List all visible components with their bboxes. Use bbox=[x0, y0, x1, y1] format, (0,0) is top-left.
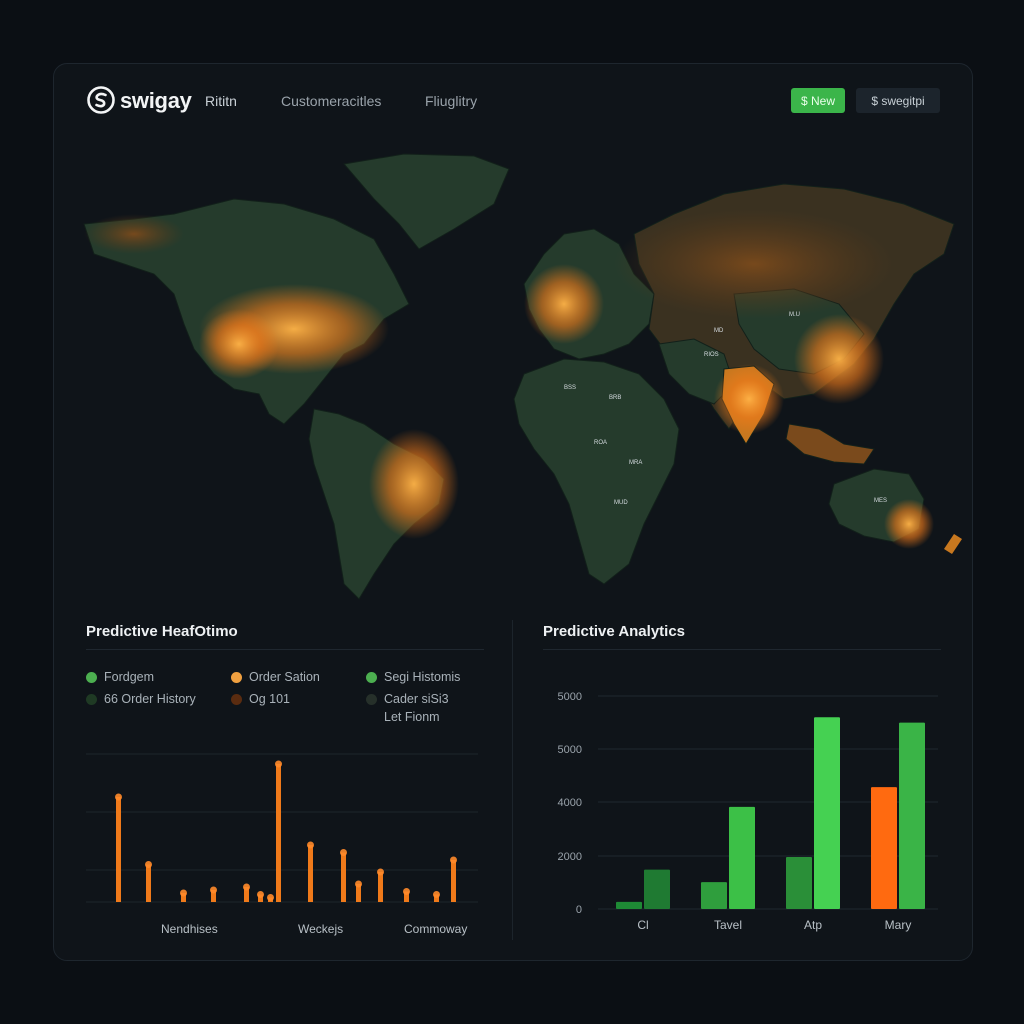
heat-point bbox=[377, 868, 384, 876]
heat-point bbox=[403, 888, 410, 895]
legend-item[interactable]: 66 Order History bbox=[86, 692, 196, 706]
heat-point bbox=[275, 760, 282, 768]
region-africa[interactable] bbox=[513, 358, 680, 585]
x-label: Weckejs bbox=[298, 922, 343, 936]
legend-dot bbox=[86, 694, 97, 705]
legend-label: Og 101 bbox=[249, 692, 291, 706]
y-tick-label: 0 bbox=[576, 904, 582, 916]
legend-dot bbox=[366, 694, 377, 705]
heat-point bbox=[450, 856, 457, 864]
heat-point bbox=[433, 891, 440, 898]
heatmap-legend: Fordgem Order Sation Segi Histomis 66 Or… bbox=[86, 670, 506, 740]
y-tick-label: 4000 bbox=[558, 797, 582, 809]
heat-bar[interactable] bbox=[451, 860, 456, 902]
top-bar: swigay Rititn Customeracitles Fliuglitry… bbox=[54, 64, 972, 140]
heat-bar[interactable] bbox=[116, 797, 121, 902]
heat-point bbox=[210, 886, 217, 894]
legend-dot bbox=[366, 672, 377, 683]
legend-label: Segi Histomis bbox=[384, 670, 461, 684]
legend-item[interactable]: Order Sation bbox=[231, 670, 320, 684]
heat-bar[interactable] bbox=[341, 852, 346, 903]
legend-label: Cader siSi3 bbox=[384, 692, 449, 706]
new-button[interactable]: $ New bbox=[791, 88, 845, 113]
heat-timeline-chart[interactable]: Nendhises Weckejs Commoway bbox=[86, 740, 486, 950]
legend-label-group: Cader siSi3 Let Fionm bbox=[384, 692, 449, 724]
nav-item-3[interactable]: Fliuglitry bbox=[425, 93, 477, 109]
bar[interactable] bbox=[644, 869, 670, 909]
bar[interactable] bbox=[899, 722, 925, 909]
bar[interactable] bbox=[616, 901, 642, 909]
bar[interactable] bbox=[814, 717, 840, 909]
legend-label: Order Sation bbox=[249, 670, 320, 684]
panel-divider bbox=[512, 620, 513, 940]
region-southeast-asia[interactable] bbox=[785, 423, 875, 465]
x-category-label: Cl bbox=[637, 918, 648, 932]
heat-point bbox=[340, 849, 347, 856]
x-category-label: Mary bbox=[885, 918, 912, 932]
legend-label: 66 Order History bbox=[104, 692, 196, 706]
map-label: MUD bbox=[614, 500, 628, 506]
map-label: MES bbox=[874, 498, 887, 504]
x-label: Nendhises bbox=[161, 922, 218, 936]
map-label: BSS bbox=[564, 385, 576, 391]
map-label: BRB bbox=[609, 395, 621, 401]
map-label: MRA bbox=[629, 460, 642, 466]
nav-item-1[interactable]: Rititn bbox=[205, 93, 237, 109]
bar[interactable] bbox=[701, 882, 727, 909]
legend-dot bbox=[231, 672, 242, 683]
heat-point bbox=[257, 891, 264, 898]
heat-point bbox=[307, 841, 314, 849]
legend-item[interactable]: Og 101 bbox=[231, 692, 290, 706]
map-label: RIOS bbox=[704, 352, 719, 358]
heat-bar[interactable] bbox=[378, 872, 383, 902]
legend-label: Fordgem bbox=[104, 670, 155, 684]
map-label: M.U bbox=[789, 312, 800, 318]
app-window: swigay Rititn Customeracitles Fliuglitry… bbox=[53, 63, 973, 961]
region-new-zealand[interactable] bbox=[944, 534, 962, 554]
analytics-panel-title: Predictive Analytics bbox=[543, 623, 686, 640]
heatmap-panel-title: Predictive HeafOtimo bbox=[86, 623, 238, 640]
y-tick-label: 5000 bbox=[558, 691, 582, 703]
bar[interactable] bbox=[786, 857, 812, 909]
user-menu-button[interactable]: $ swegitpi bbox=[856, 88, 940, 113]
legend-dot bbox=[86, 672, 97, 683]
legend-item[interactable]: Cader siSi3 Let Fionm bbox=[366, 692, 449, 724]
x-category-label: Atp bbox=[804, 918, 822, 932]
x-label: Commoway bbox=[404, 922, 467, 936]
divider bbox=[543, 649, 941, 650]
y-tick-label: 2000 bbox=[558, 851, 582, 863]
heat-point bbox=[355, 880, 362, 888]
x-category-label: Tavel bbox=[714, 918, 742, 932]
bar[interactable] bbox=[729, 806, 755, 909]
heat-bar[interactable] bbox=[308, 845, 313, 902]
nav-item-2[interactable]: Customeracitles bbox=[281, 93, 381, 109]
brand-name: swigay bbox=[120, 88, 192, 113]
heat-point bbox=[267, 894, 274, 901]
legend-item[interactable]: Fordgem bbox=[86, 670, 154, 684]
predictive-analytics-chart[interactable]: 0 2000 4000 5000 5000 Cl Tavel Atp Mary bbox=[543, 684, 943, 944]
bar[interactable] bbox=[871, 787, 897, 909]
heat-bar[interactable] bbox=[276, 764, 281, 902]
y-tick-label: 5000 bbox=[558, 744, 582, 756]
heat-bar[interactable] bbox=[146, 864, 151, 903]
heat-point bbox=[145, 861, 152, 868]
map-label: MD bbox=[714, 328, 724, 334]
heat-point bbox=[115, 793, 122, 801]
legend-dot bbox=[231, 694, 242, 705]
divider bbox=[86, 649, 484, 650]
region-greenland[interactable] bbox=[343, 153, 510, 250]
legend-sublabel: Let Fionm bbox=[384, 710, 440, 724]
heat-point bbox=[243, 883, 250, 891]
heat-point bbox=[180, 889, 187, 897]
swiggy-logo-icon bbox=[87, 86, 115, 114]
map-label: ROA bbox=[594, 440, 607, 446]
legend-item[interactable]: Segi Histomis bbox=[366, 670, 460, 684]
world-heat-map[interactable]: M.U MD BSS BRB ROA MRA RIOS MUD MES bbox=[74, 144, 964, 614]
